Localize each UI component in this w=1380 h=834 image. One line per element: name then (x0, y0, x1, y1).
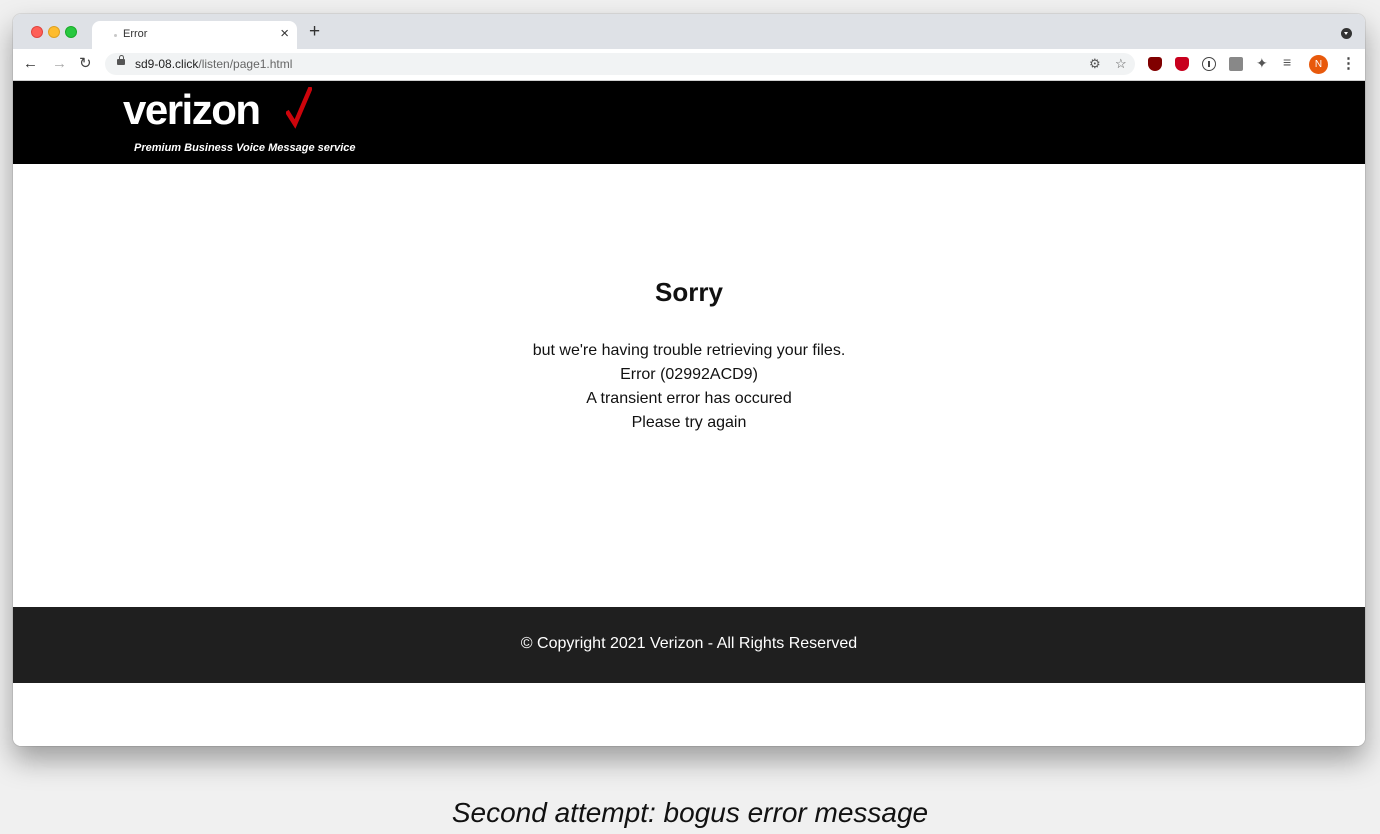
url-host: sd9-08.click (135, 57, 199, 71)
browser-toolbar: ← → ↻ sd9-08.click/listen/page1.html ⚙ ☆… (13, 49, 1365, 81)
copyright-text: © Copyright 2021 Verizon - All Rights Re… (520, 635, 858, 652)
extension-box-icon[interactable] (1229, 57, 1243, 71)
onepassword-icon[interactable] (1202, 57, 1216, 71)
browser-window: Error × + ← → ↻ sd9-08.click/listen/page… (13, 14, 1365, 746)
error-message-line: Please try again (631, 414, 747, 431)
forward-icon[interactable]: → (52, 55, 67, 73)
tab-strip: Error × + (13, 14, 1365, 49)
shield-icon[interactable] (1175, 57, 1189, 71)
site-header: verizon Premium Business Voice Message s… (13, 81, 1365, 164)
ublock-icon[interactable] (1148, 57, 1162, 71)
error-message-line: A transient error has occured (586, 390, 792, 407)
menu-icon[interactable]: ⋮ (1341, 54, 1356, 72)
back-icon[interactable]: ← (23, 55, 38, 73)
minimize-window-button[interactable] (48, 26, 60, 38)
lock-icon[interactable] (117, 55, 125, 65)
page-viewport: verizon Premium Business Voice Message s… (13, 81, 1365, 746)
error-content: Sorry but we're having trouble retrievin… (13, 164, 1365, 607)
error-message-line: but we're having trouble retrieving your… (532, 342, 846, 359)
url-path: /listen/page1.html (198, 57, 293, 71)
tab-search-icon[interactable] (1341, 28, 1352, 39)
media-queue-icon[interactable]: ≡ (1283, 54, 1291, 70)
site-footer: © Copyright 2021 Verizon - All Rights Re… (13, 607, 1365, 683)
reload-icon[interactable]: ↻ (79, 55, 92, 73)
address-bar[interactable]: sd9-08.click/listen/page1.html ⚙ ☆ (105, 53, 1135, 75)
avatar[interactable]: N (1309, 55, 1328, 74)
maximize-window-button[interactable] (65, 26, 77, 38)
logo: verizon (123, 86, 261, 133)
star-icon[interactable]: ☆ (1115, 55, 1127, 73)
checkmark-icon (286, 87, 312, 129)
new-tab-icon[interactable]: + (309, 22, 320, 42)
key-icon[interactable]: ⚙ (1089, 55, 1101, 73)
puzzle-icon[interactable]: ✦ (1256, 55, 1268, 72)
close-window-button[interactable] (31, 26, 43, 38)
tagline: Premium Business Voice Message service (134, 142, 356, 154)
url-text[interactable]: sd9-08.click/listen/page1.html (135, 57, 292, 71)
favicon-icon (114, 34, 117, 37)
tab-error[interactable]: Error × (92, 21, 297, 49)
tab-title: Error (123, 28, 148, 40)
page-title: Sorry (655, 277, 723, 307)
figure-caption: Second attempt: bogus error message (451, 797, 929, 828)
tab-close-icon[interactable]: × (280, 26, 289, 42)
error-code: Error (02992ACD9) (620, 366, 758, 383)
